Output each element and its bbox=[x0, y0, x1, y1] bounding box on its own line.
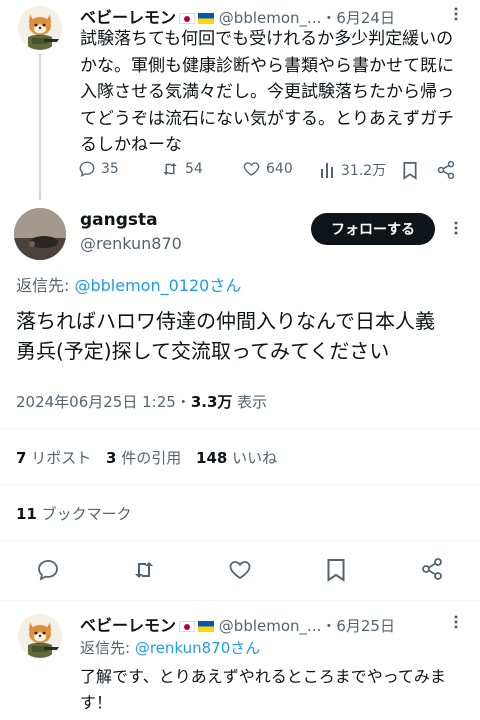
main-text: 落ちればハロワ侍達の仲間入りなんで日本人義 勇兵(予定)探して交流取ってみてくだ… bbox=[16, 306, 474, 366]
main-timestamp[interactable]: 2024年06月25日 1:25・ bbox=[16, 393, 191, 411]
main-views-label: 表示 bbox=[232, 393, 268, 411]
share-icon[interactable] bbox=[436, 160, 456, 180]
shiba-soldier-icon bbox=[18, 614, 62, 658]
like-button[interactable]: 640 bbox=[242, 160, 293, 178]
main-share-icon[interactable] bbox=[420, 557, 444, 581]
main-text-line2: 勇兵(予定)探して交流取ってみてください bbox=[16, 339, 390, 363]
tweet1-date[interactable]: ・6月24日 bbox=[321, 9, 395, 27]
reply-to-prefix: 返信先: bbox=[16, 276, 75, 295]
retweet-icon bbox=[160, 160, 180, 178]
japan-flag-icon bbox=[179, 13, 196, 24]
divider bbox=[0, 428, 480, 429]
tweet3-display-name[interactable]: ベビーレモン bbox=[80, 616, 176, 635]
avatar-photo-icon bbox=[14, 208, 66, 260]
follow-button[interactable]: フォローする bbox=[311, 213, 435, 245]
reply-icon bbox=[78, 160, 96, 178]
engagement-stats: 7 リポスト 3 件の引用 148 いいね bbox=[16, 447, 277, 468]
heart-icon bbox=[242, 160, 261, 178]
japan-flag-icon bbox=[179, 621, 196, 632]
avatar-gangsta[interactable] bbox=[14, 208, 66, 260]
thread-connector bbox=[39, 54, 41, 200]
tweet3-reply-to: 返信先: @renkun870さん bbox=[80, 637, 260, 658]
main-handle[interactable]: @renkun870 bbox=[80, 234, 182, 253]
avatar-bblemon[interactable] bbox=[18, 6, 62, 50]
more-options-icon[interactable] bbox=[448, 6, 464, 22]
likes-stat[interactable]: 148 いいね bbox=[196, 449, 277, 467]
views-count: 31.2万 bbox=[341, 163, 387, 179]
main-reply-to: 返信先: @bblemon_0120さん bbox=[16, 272, 241, 296]
avatar-bblemon-reply[interactable] bbox=[18, 614, 62, 658]
shiba-soldier-icon bbox=[18, 6, 62, 50]
tweet3-handle[interactable]: @bblemon_... bbox=[219, 617, 322, 635]
ukraine-flag-icon bbox=[198, 13, 215, 24]
tweet1-handle[interactable]: @bblemon_... bbox=[219, 9, 322, 27]
likes-label: いいね bbox=[232, 449, 278, 467]
reply-count: 35 bbox=[101, 161, 119, 177]
reposts-label: リポスト bbox=[31, 449, 92, 467]
retweet-button[interactable]: 54 bbox=[160, 160, 203, 178]
tweet3-reply-prefix: 返信先: bbox=[80, 639, 135, 657]
main-retweet-icon[interactable] bbox=[131, 558, 157, 582]
main-more-options-icon[interactable] bbox=[448, 220, 464, 236]
main-views-count: 3.3万 bbox=[190, 393, 233, 411]
reposts-stat[interactable]: 7 リポスト bbox=[16, 449, 91, 467]
main-reply-icon[interactable] bbox=[36, 558, 60, 582]
reply-to-link[interactable]: @bblemon_0120さん bbox=[74, 276, 241, 295]
quotes-label: 件の引用 bbox=[121, 449, 182, 467]
reply-button[interactable]: 35 bbox=[78, 160, 119, 178]
tweet-thread: ベビーレモン @bblemon_...・6月24日 試験落ちても何回でも受けれる… bbox=[0, 0, 480, 720]
quotes-stat[interactable]: 3 件の引用 bbox=[106, 449, 181, 467]
main-bookmark-icon[interactable] bbox=[326, 557, 346, 583]
tweet3-more-options-icon[interactable] bbox=[448, 614, 464, 630]
likes-count: 148 bbox=[196, 449, 228, 467]
main-display-name[interactable]: gangsta bbox=[80, 210, 158, 230]
reposts-count: 7 bbox=[16, 449, 27, 467]
bookmarks-count: 11 bbox=[16, 505, 37, 523]
divider bbox=[0, 600, 480, 601]
divider bbox=[0, 484, 480, 485]
tweet3-text: 了解です、とりあえずやれるところまでやってみます！ bbox=[80, 667, 446, 712]
tweet3-date[interactable]: ・6月25日 bbox=[321, 617, 395, 635]
bookmarks-label: ブックマーク bbox=[41, 505, 132, 523]
main-meta: 2024年06月25日 1:25・3.3万 表示 bbox=[16, 391, 267, 412]
tweet1-text: 試験落ちても何回でも受けれるか多少判定緩いのかな。軍側も健康診断やら書類やら書か… bbox=[80, 29, 454, 155]
views-button[interactable]: 31.2万 bbox=[320, 160, 386, 180]
bar-chart-icon bbox=[320, 161, 336, 179]
tweet1-header: ベビーレモン @bblemon_...・6月24日 bbox=[80, 4, 464, 27]
tweet3-header: ベビーレモン @bblemon_...・6月25日 bbox=[80, 612, 464, 635]
bookmark-icon[interactable] bbox=[402, 161, 418, 180]
retweet-count: 54 bbox=[185, 161, 203, 177]
main-heart-icon[interactable] bbox=[228, 558, 252, 582]
main-text-line1: 落ちればハロワ侍達の仲間入りなんで日本人義 bbox=[16, 309, 435, 333]
bookmarks-stat[interactable]: 11 ブックマーク bbox=[16, 503, 132, 524]
ukraine-flag-icon bbox=[198, 621, 215, 632]
tweet3-reply-link[interactable]: @renkun870さん bbox=[135, 639, 260, 657]
like-count: 640 bbox=[266, 161, 293, 177]
tweet1-display-name[interactable]: ベビーレモン bbox=[80, 8, 176, 27]
main-action-bar bbox=[0, 541, 480, 599]
tweet1-actions: 35 54 640 31.2万 bbox=[78, 160, 462, 182]
quotes-count: 3 bbox=[106, 449, 117, 467]
